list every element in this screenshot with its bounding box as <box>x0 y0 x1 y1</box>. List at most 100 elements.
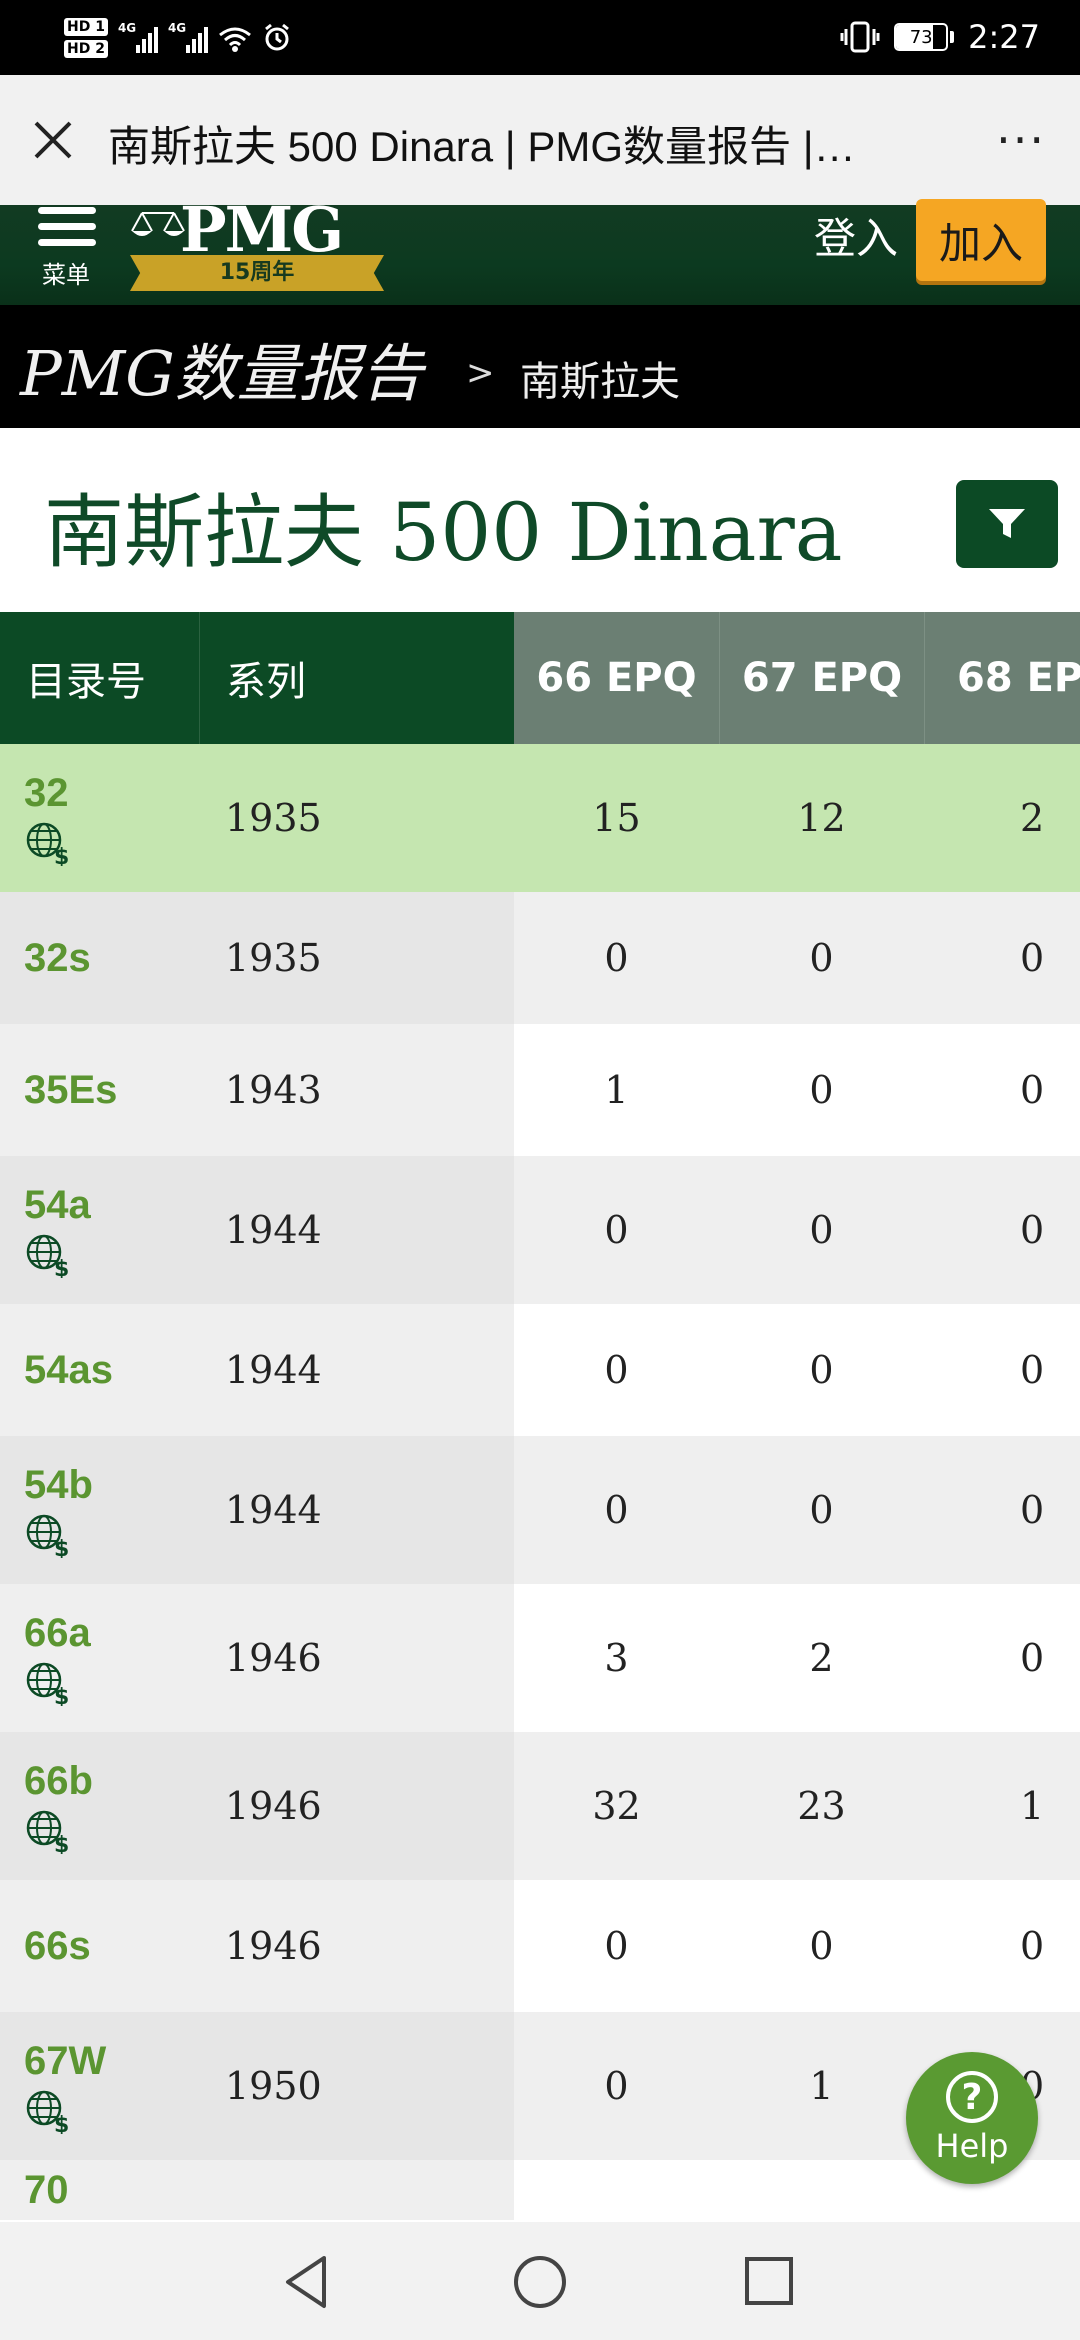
catalog-number-link[interactable]: 35Es <box>24 1068 117 1113</box>
grade-68-cell[interactable]: 0 <box>924 892 1080 1024</box>
table-row[interactable]: 66b $1946 32 23 1 <box>0 1732 1080 1880</box>
catalog-cell: 32s <box>0 892 199 1024</box>
grade-66-cell[interactable]: 0 <box>514 1304 719 1436</box>
login-link[interactable]: 登入 <box>814 205 898 266</box>
system-nav-bar <box>0 2222 1080 2340</box>
help-button[interactable]: ? Help <box>906 2052 1038 2184</box>
catalog-number-link[interactable]: 54as <box>24 1348 113 1393</box>
grade-66-cell[interactable] <box>514 2160 719 2220</box>
catalog-number-link[interactable]: 32 <box>24 771 69 816</box>
globe-dollar-icon[interactable]: $ <box>24 1232 70 1278</box>
catalog-cell: 35Es <box>0 1024 199 1156</box>
header-67epq[interactable]: 67 EPQ <box>719 612 924 744</box>
grade-67-cell[interactable]: 2 <box>719 1584 924 1732</box>
catalog-number-link[interactable]: 54b <box>24 1463 93 1508</box>
catalog-number-link[interactable]: 32s <box>24 936 91 981</box>
grade-66-cell[interactable]: 0 <box>514 2012 719 2160</box>
header-series[interactable]: 系列 <box>199 612 514 744</box>
grade-67-cell[interactable] <box>719 2160 924 2220</box>
grade-67-cell[interactable]: 23 <box>719 1732 924 1880</box>
grade-67-cell[interactable]: 0 <box>719 1304 924 1436</box>
header-catalog[interactable]: 目录号 <box>0 612 199 744</box>
grade-66-cell[interactable]: 0 <box>514 892 719 1024</box>
globe-dollar-icon[interactable]: $ <box>24 1808 70 1854</box>
series-cell <box>199 2160 514 2220</box>
header-68epq[interactable]: 68 EPQ <box>924 612 1080 744</box>
grade-68-cell[interactable]: 0 <box>924 1304 1080 1436</box>
catalog-number-link[interactable]: 67W <box>24 2039 106 2084</box>
table-row[interactable]: 32s 1935 0 0 0 <box>0 892 1080 1024</box>
page-title: 南斯拉夫 500 Dinara <box>44 486 843 579</box>
alarm-icon <box>265 23 289 51</box>
series-cell: 1946 <box>199 1732 514 1880</box>
svg-text:$: $ <box>54 1833 69 1854</box>
series-cell: 1935 <box>199 744 514 892</box>
table-row[interactable]: 54as 1944 0 0 0 <box>0 1304 1080 1436</box>
grade-67-cell[interactable]: 0 <box>719 1024 924 1156</box>
help-icon: ? <box>946 2071 998 2123</box>
catalog-number-link[interactable]: 70 <box>24 2168 69 2213</box>
grade-66-cell[interactable]: 0 <box>514 1436 719 1584</box>
table-row[interactable]: 70 <box>0 2160 1080 2220</box>
grade-66-cell[interactable]: 32 <box>514 1732 719 1880</box>
menu-button[interactable]: 菜单 <box>36 205 100 295</box>
grade-68-cell[interactable]: 0 <box>924 1436 1080 1584</box>
back-icon[interactable] <box>282 2254 332 2310</box>
globe-dollar-icon[interactable]: $ <box>24 2088 70 2134</box>
table-row[interactable]: 54a $1944 0 0 0 <box>0 1156 1080 1304</box>
catalog-cell: 67W $ <box>0 2012 199 2160</box>
filter-button[interactable] <box>956 480 1058 568</box>
grade-67-cell[interactable]: 1 <box>719 2012 924 2160</box>
breadcrumb-current[interactable]: 南斯拉夫 <box>520 349 680 407</box>
grade-66-cell[interactable]: 0 <box>514 1156 719 1304</box>
table-row[interactable]: 54b $1944 0 0 0 <box>0 1436 1080 1584</box>
grade-68-cell[interactable]: 0 <box>924 1584 1080 1732</box>
globe-dollar-icon[interactable]: $ <box>24 1512 70 1558</box>
help-label: Help <box>935 2127 1009 2165</box>
catalog-number-link[interactable]: 54a <box>24 1183 91 1228</box>
catalog-number-link[interactable]: 66b <box>24 1759 93 1804</box>
grade-68-cell[interactable]: 0 <box>924 1156 1080 1304</box>
clock: 2:27 <box>968 18 1040 56</box>
breadcrumb: PMG数量报告 > 南斯拉夫 <box>0 305 1080 428</box>
table-row[interactable]: 66s 1946 0 0 0 <box>0 1880 1080 2012</box>
vibrate-icon <box>840 21 880 53</box>
table-row[interactable]: 32 $1935 15 12 2 <box>0 744 1080 892</box>
grade-68-cell[interactable]: 2 <box>924 744 1080 892</box>
grade-67-cell[interactable]: 0 <box>719 892 924 1024</box>
series-cell: 1944 <box>199 1436 514 1584</box>
breadcrumb-root[interactable]: PMG数量报告 <box>20 323 423 413</box>
grade-67-cell[interactable]: 0 <box>719 1436 924 1584</box>
grade-68-cell[interactable]: 0 <box>924 1880 1080 2012</box>
globe-dollar-icon[interactable]: $ <box>24 820 70 866</box>
globe-dollar-icon[interactable]: $ <box>24 1660 70 1706</box>
close-icon[interactable] <box>28 115 78 165</box>
grade-66-cell[interactable]: 0 <box>514 1880 719 2012</box>
more-options-button[interactable]: ··· <box>996 113 1046 167</box>
grade-67-cell[interactable]: 0 <box>719 1880 924 2012</box>
pmg-logo[interactable]: PMG 15周年 <box>128 193 388 295</box>
svg-text:$: $ <box>54 845 69 866</box>
catalog-number-link[interactable]: 66a <box>24 1611 91 1656</box>
anniversary-ribbon: 15周年 <box>130 255 384 291</box>
catalog-number-link[interactable]: 66s <box>24 1924 91 1969</box>
grade-66-cell[interactable]: 15 <box>514 744 719 892</box>
catalog-cell: 32 $ <box>0 744 199 892</box>
grade-67-cell[interactable]: 0 <box>719 1156 924 1304</box>
grade-68-cell[interactable]: 0 <box>924 1024 1080 1156</box>
table-row[interactable]: 66a $1946 3 2 0 <box>0 1584 1080 1732</box>
svg-text:$: $ <box>54 1537 69 1558</box>
grade-67-cell[interactable]: 12 <box>719 744 924 892</box>
header-66epq[interactable]: 66 EPQ <box>514 612 719 744</box>
grade-68-cell[interactable]: 1 <box>924 1732 1080 1880</box>
join-button[interactable]: 加入 <box>916 199 1046 281</box>
recents-icon[interactable] <box>744 2256 794 2306</box>
table-row[interactable]: 35Es 1943 1 0 0 <box>0 1024 1080 1156</box>
filter-icon <box>989 509 1025 538</box>
grade-66-cell[interactable]: 1 <box>514 1024 719 1156</box>
series-cell: 1944 <box>199 1156 514 1304</box>
status-bar: HD 1 HD 2 4G 4G 73 2:27 <box>0 0 1080 75</box>
grade-66-cell[interactable]: 3 <box>514 1584 719 1732</box>
signal-icon: 4G <box>118 21 158 53</box>
home-icon[interactable] <box>512 2254 568 2310</box>
